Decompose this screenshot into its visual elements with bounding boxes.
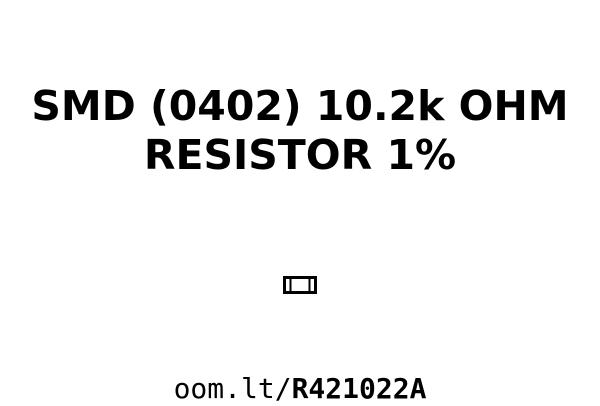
part-code: R421022A [291, 372, 427, 405]
part-title-line-1: SMD (0402) 10.2k OHM [31, 82, 569, 130]
part-title-line-2: RESISTOR 1% [143, 131, 457, 179]
smd-resistor-icon [283, 276, 317, 294]
short-link: oom.lt/R421022A [0, 372, 600, 406]
part-title: SMD (0402) 10.2k OHM RESISTOR 1% [0, 82, 600, 180]
short-link-prefix: oom.lt/ [173, 372, 292, 405]
